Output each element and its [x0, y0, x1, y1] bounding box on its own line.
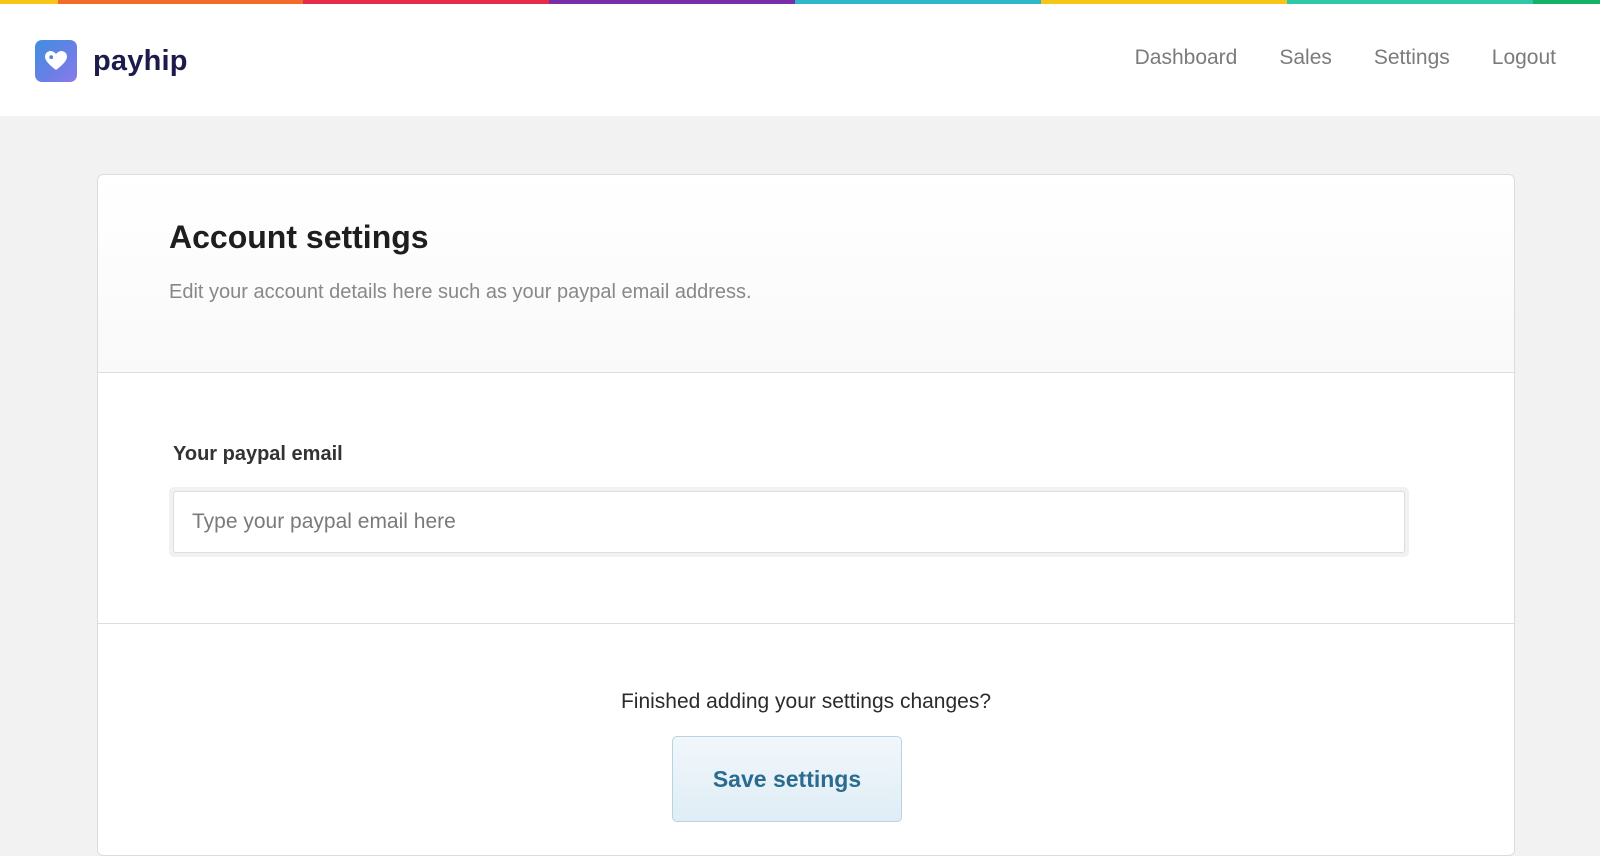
main-nav: Dashboard Sales Settings Logout	[1093, 46, 1556, 70]
page-subtitle: Edit your account details here such as y…	[169, 281, 752, 303]
paypal-email-label: Your paypal email	[173, 443, 343, 465]
account-settings-card: Account settings Edit your account detai…	[97, 174, 1515, 856]
save-section: Finished adding your settings changes? S…	[98, 624, 1514, 855]
paypal-email-section: Your paypal email	[98, 373, 1514, 624]
nav-settings[interactable]: Settings	[1374, 46, 1450, 70]
card-header: Account settings Edit your account detai…	[98, 175, 1514, 373]
paypal-email-field-wrapper	[169, 487, 1409, 557]
nav-logout[interactable]: Logout	[1492, 46, 1556, 70]
nav-dashboard[interactable]: Dashboard	[1135, 46, 1238, 70]
nav-sales[interactable]: Sales	[1279, 46, 1332, 70]
brand-logo[interactable]: payhip	[35, 40, 188, 82]
save-settings-button[interactable]: Save settings	[672, 736, 902, 822]
page-title: Account settings	[169, 219, 429, 255]
top-navigation-bar: payhip Dashboard Sales Settings Logout	[0, 4, 1600, 116]
paypal-email-input[interactable]	[173, 491, 1405, 553]
save-prompt: Finished adding your settings changes?	[620, 690, 992, 713]
heart-tag-icon	[35, 40, 77, 82]
brand-name: payhip	[93, 44, 188, 77]
